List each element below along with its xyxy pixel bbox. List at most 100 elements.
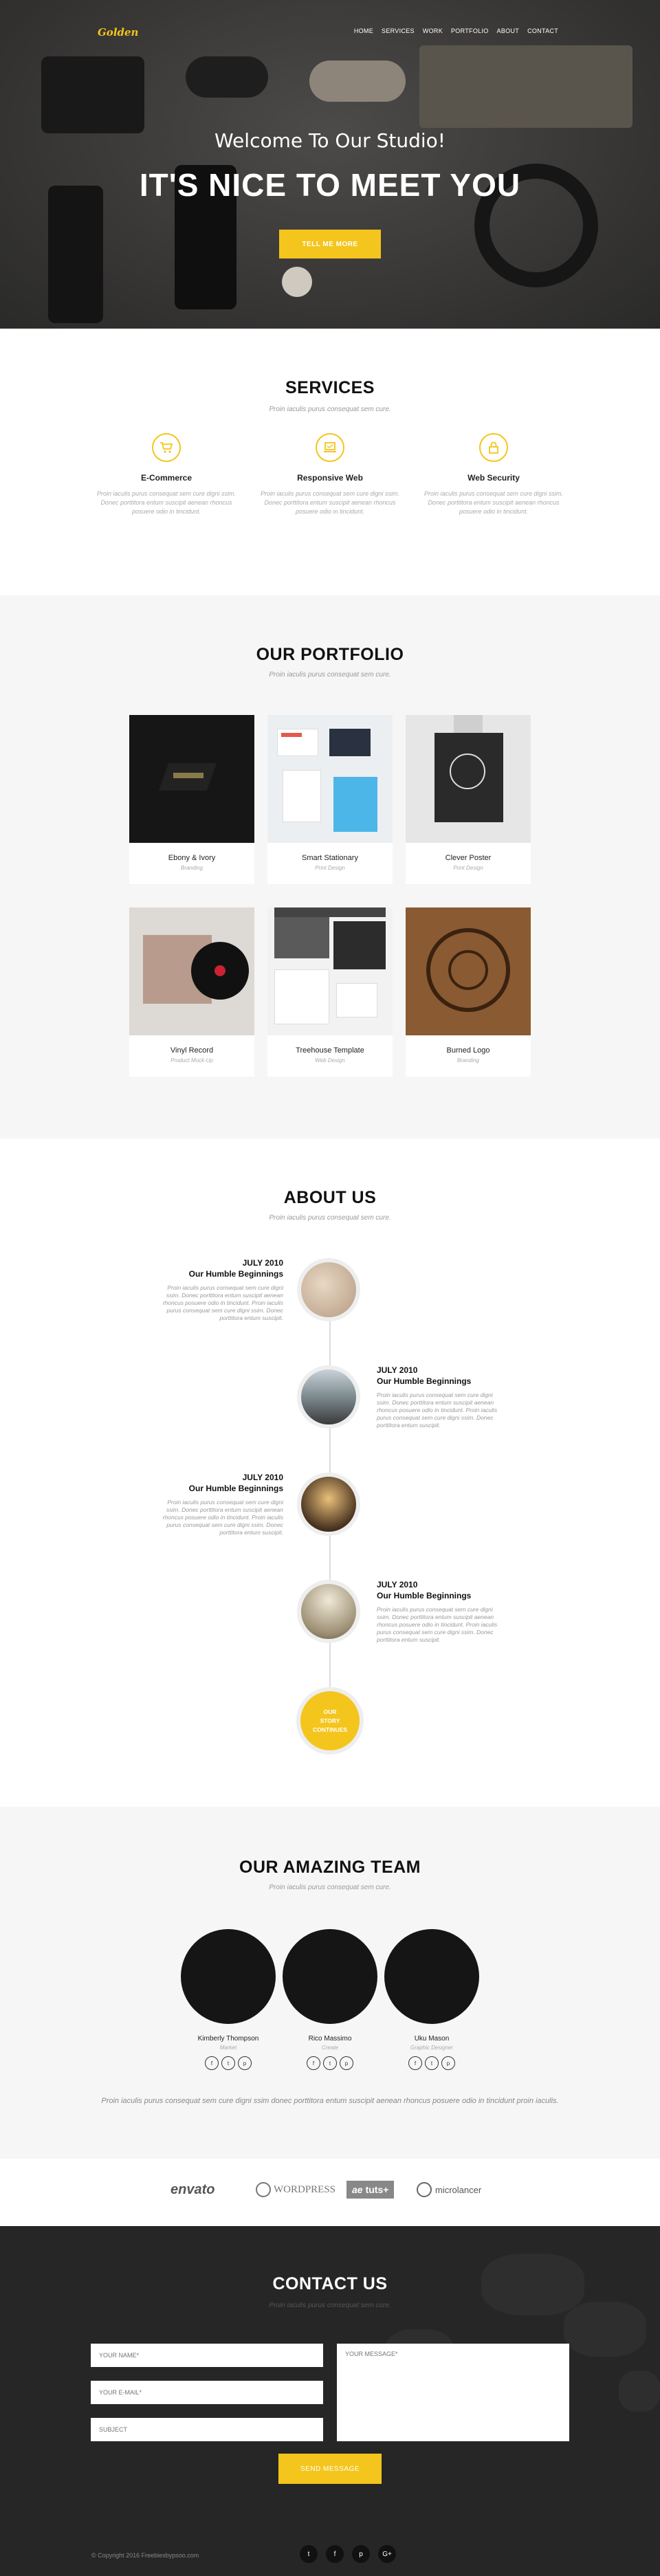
timeline-text: Proin iaculis purus consequat sem cure d…	[162, 1284, 283, 1321]
bowtie-image	[309, 60, 406, 102]
nav-work[interactable]: WORK	[423, 27, 443, 34]
portfolio-image	[267, 715, 393, 843]
portfolio-image	[129, 907, 254, 1035]
portfolio-item[interactable]: Ebony & Ivory Branding	[129, 715, 254, 884]
portfolio-category: Product Mock-Up	[170, 1057, 213, 1064]
email-field[interactable]	[91, 2381, 323, 2404]
service-name: Responsive Web	[297, 473, 363, 483]
portfolio-category: Print Design	[453, 865, 483, 871]
avatar	[384, 1929, 479, 2024]
facebook-icon[interactable]: f	[307, 2056, 320, 2070]
portfolio-name: Smart Stationary	[302, 854, 358, 862]
portfolio-image	[129, 715, 254, 843]
about-title: ABOUT US	[283, 1188, 377, 1207]
portfolio-name: Burned Logo	[446, 1046, 490, 1055]
twitter-icon[interactable]: t	[221, 2056, 235, 2070]
pinterest-icon[interactable]: p	[441, 2056, 455, 2070]
portfolio-section: OUR PORTFOLIO Proin iaculis purus conseq…	[0, 595, 660, 1138]
client-logo-microlancer[interactable]: microlancer	[417, 2181, 481, 2199]
timeline-heading: Our Humble Beginnings	[377, 1376, 472, 1386]
avatar	[283, 1929, 377, 2024]
team-title: OUR AMAZING TEAM	[239, 1858, 421, 1877]
service-responsive-web: Responsive Web Proin iaculis purus conse…	[254, 433, 406, 516]
pinterest-icon[interactable]: p	[238, 2056, 252, 2070]
portfolio-item[interactable]: Burned Logo Branding	[406, 907, 531, 1077]
portfolio-category: Branding	[456, 1057, 480, 1064]
portfolio-image	[267, 907, 393, 1035]
pinterest-icon[interactable]: p	[352, 2545, 370, 2563]
tell-me-more-button[interactable]: TELL ME MORE	[279, 230, 381, 258]
subject-field[interactable]	[91, 2418, 323, 2441]
twitter-icon[interactable]: t	[425, 2056, 439, 2070]
name-field[interactable]	[91, 2344, 323, 2367]
team-subtitle: Proin iaculis purus consequat sem cure.	[269, 1884, 391, 1891]
portfolio-title: OUR PORTFOLIO	[256, 645, 404, 664]
member-role: Create	[321, 2045, 338, 2051]
timeline-date: JULY 2010	[377, 1365, 418, 1375]
timeline-heading: Our Humble Beginnings	[188, 1484, 283, 1493]
service-text: Proin iaculis purus consequat sem cure d…	[424, 490, 564, 515]
portfolio-item[interactable]: Vinyl Record Product Mock-Up	[129, 907, 254, 1077]
twitter-icon[interactable]: t	[323, 2056, 337, 2070]
about-subtitle: Proin iaculis purus consequat sem cure.	[269, 1214, 391, 1222]
timeline-heading: Our Humble Beginnings	[377, 1591, 472, 1600]
nav-about[interactable]: ABOUT	[497, 27, 520, 34]
service-name: E-Commerce	[140, 473, 192, 483]
nav-contact[interactable]: CONTACT	[527, 27, 558, 34]
hero-section: Golden HOME SERVICES WORK PORTFOLIO ABOU…	[0, 0, 660, 329]
world-map-shape	[564, 2302, 646, 2357]
nav-services[interactable]: SERVICES	[382, 27, 415, 34]
portfolio-item[interactable]: Treehouse Template Web Design	[267, 907, 393, 1077]
twitter-icon[interactable]: t	[300, 2545, 318, 2563]
services-title: SERVICES	[285, 378, 375, 397]
timeline-image	[297, 1365, 360, 1429]
service-web-security: Web Security Proin iaculis purus consequ…	[418, 433, 569, 516]
services-subtitle: Proin iaculis purus consequat sem cure.	[269, 406, 391, 413]
facebook-icon[interactable]: f	[205, 2056, 219, 2070]
google-plus-icon[interactable]: G+	[378, 2545, 396, 2563]
nav-home[interactable]: HOME	[354, 27, 373, 34]
member-role: Graphic Designer	[410, 2045, 454, 2051]
client-logo-envato[interactable]: envato	[170, 2181, 214, 2199]
microlancer-icon	[417, 2182, 432, 2197]
portfolio-category: Web Design	[315, 1057, 345, 1064]
main-nav: HOME SERVICES WORK PORTFOLIO ABOUT CONTA…	[354, 27, 558, 34]
message-field[interactable]	[337, 2344, 569, 2441]
portfolio-image	[406, 907, 531, 1035]
member-name: Kimberly Thompson	[197, 2035, 259, 2043]
timeline-date: JULY 2010	[377, 1580, 418, 1589]
team-member: Rico Massimo Create ftp	[280, 1929, 380, 2070]
client-logo-tuts[interactable]: ae tuts+	[346, 2181, 395, 2199]
card-holder-image	[48, 186, 103, 323]
facebook-icon[interactable]: f	[408, 2056, 422, 2070]
contact-subtitle: Proin iaculis purus consequat sem cure.	[269, 2302, 391, 2309]
pinterest-icon[interactable]: p	[340, 2056, 353, 2070]
send-message-button[interactable]: SEND MESSAGE	[278, 2454, 382, 2484]
notebook-image	[419, 45, 632, 128]
our-story-badge[interactable]: OUR STORY CONTINUES	[296, 1687, 364, 1754]
avatar	[181, 1929, 276, 2024]
timeline-heading: Our Humble Beginnings	[188, 1269, 283, 1279]
timeline-text: Proin iaculis purus consequat sem cure d…	[162, 1499, 283, 1536]
facebook-icon[interactable]: f	[326, 2545, 344, 2563]
copyright: © Copyright 2016 Freebiesbypsoo.com	[91, 2552, 199, 2559]
service-text: Proin iaculis purus consequat sem cure d…	[260, 490, 400, 515]
timeline-image	[297, 1580, 360, 1643]
member-role: Market	[219, 2045, 237, 2051]
timeline-date: JULY 2010	[242, 1473, 283, 1482]
portfolio-item[interactable]: Smart Stationary Print Design	[267, 715, 393, 884]
timeline-event: JULY 2010 Our Humble Beginnings Proin ia…	[377, 1580, 500, 1644]
portfolio-category: Branding	[180, 865, 204, 871]
timeline-image	[297, 1258, 360, 1321]
portfolio-item[interactable]: Clever Poster Print Design	[406, 715, 531, 884]
timeline-date: JULY 2010	[242, 1258, 283, 1268]
client-logo-wordpress[interactable]: WORDPRESS	[256, 2181, 336, 2199]
portfolio-name: Vinyl Record	[170, 1046, 214, 1055]
nav-portfolio[interactable]: PORTFOLIO	[451, 27, 489, 34]
service-text: Proin iaculis purus consequat sem cure d…	[96, 490, 236, 515]
logo[interactable]: Golden	[98, 26, 138, 38]
wallet-image	[41, 56, 144, 133]
watch-image	[282, 267, 312, 297]
portfolio-name: Clever Poster	[445, 854, 492, 862]
team-member: Uku Mason Graphic Designer ftp	[382, 1929, 481, 2070]
